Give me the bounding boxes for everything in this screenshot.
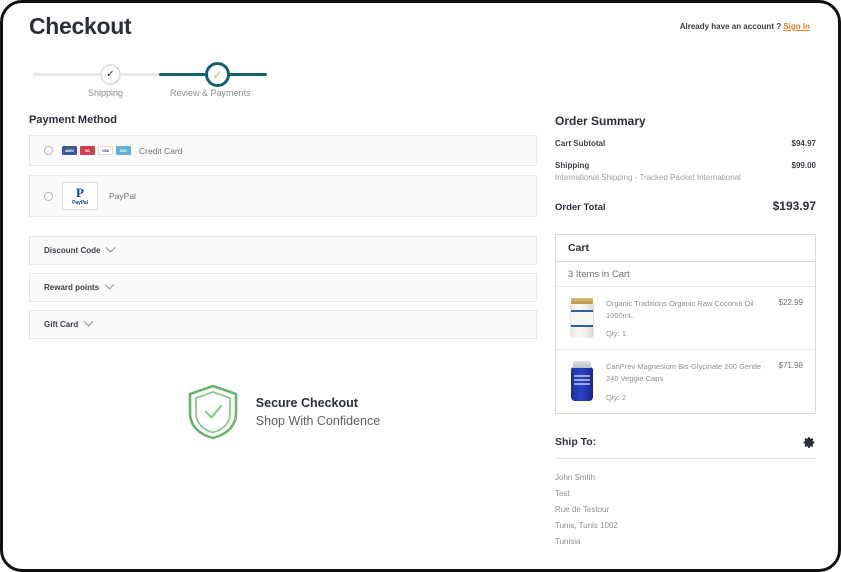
cart-item-count: 3 Items in Cart xyxy=(556,262,815,287)
cart-item-price: $71.98 xyxy=(778,361,803,371)
accordion-label: Discount Code xyxy=(44,246,101,255)
ship-to-title: Ship To: xyxy=(555,436,597,448)
ship-to-panel: Ship To: John Smith Test Rue de Testour … xyxy=(555,436,816,550)
address-line: John Smith xyxy=(555,472,596,482)
progress-label-review-payments: Review & Payments xyxy=(170,88,251,98)
check-icon: ✓ xyxy=(106,68,115,80)
accordion-gift-card[interactable]: Gift Card xyxy=(29,310,537,339)
summary-column: Order Summary Cart Subtotal $94.97 Shipp… xyxy=(555,114,816,550)
payment-column: Payment Method AMEX MC VISA DISC Credit … xyxy=(29,114,537,550)
product-thumbnail xyxy=(568,361,596,402)
cart-item-name: Organic Traditions Organic Raw Coconut O… xyxy=(606,299,754,320)
account-prompt-text: Already have an account ? xyxy=(679,22,782,31)
cart-item: CanPrev Magnesium Bis-Glycinate 200 Gent… xyxy=(556,350,815,412)
cart-item: Organic Traditions Organic Raw Coconut O… xyxy=(556,287,815,351)
progress-step-shipping[interactable]: ✓ xyxy=(100,64,121,85)
order-summary-shipping-row: Shipping $99.00 xyxy=(555,161,816,170)
cart-item-qty: Qty: 2 xyxy=(606,392,627,402)
chevron-down-icon xyxy=(104,279,115,290)
cart-item-info: CanPrev Magnesium Bis-Glycinate 200 Gent… xyxy=(606,361,765,401)
order-total-label: Order Total xyxy=(555,202,606,213)
paypal-logo-icon: P PayPal xyxy=(62,182,98,210)
order-total-value: $193.97 xyxy=(772,199,816,213)
address-line: Test xyxy=(555,488,570,498)
order-summary-subtotal-row: Cart Subtotal $94.97 xyxy=(555,139,816,148)
progress-step-review-payments[interactable]: ✓ xyxy=(205,62,230,87)
cart-item-name: CanPrev Magnesium Bis-Glycinate 200 Gent… xyxy=(606,362,762,383)
secure-checkout-title: Secure Checkout xyxy=(255,395,358,410)
paypal-radio[interactable] xyxy=(44,191,53,201)
address-line: Tunisia xyxy=(555,536,581,546)
cart-title[interactable]: Cart xyxy=(556,235,815,262)
accordion-label: Reward points xyxy=(44,283,100,292)
supplement-bottle-icon xyxy=(571,361,593,402)
accordion-discount-code[interactable]: Discount Code xyxy=(29,236,537,265)
coconut-oil-jar-icon xyxy=(570,298,594,338)
checkout-progress-bar: ✓ ✓ Shipping Review & Payments xyxy=(29,56,812,102)
shipping-method-text: International Shipping - Tracked Packet … xyxy=(555,173,741,182)
page-header: Checkout Already have an account ? Sign … xyxy=(29,3,812,40)
cart-item-qty: Qty: 1 xyxy=(606,329,627,339)
shield-check-icon xyxy=(188,384,238,440)
chevron-down-icon xyxy=(106,242,116,253)
ship-to-header: Ship To: xyxy=(555,436,816,459)
accordion-label: Gift Card xyxy=(44,320,79,329)
card-logos: AMEX MC VISA DISC xyxy=(62,146,131,155)
progress-label-shipping: Shipping xyxy=(88,88,124,98)
order-summary-title: Order Summary xyxy=(555,114,646,128)
paypal-wordmark: PayPal xyxy=(72,200,88,206)
mastercard-card-icon: MC xyxy=(80,146,95,155)
chevron-down-icon xyxy=(83,316,94,327)
account-prompt: Already have an account ? Sign In xyxy=(680,22,810,31)
shipping-value: $99.00 xyxy=(791,161,816,170)
secure-checkout-subtitle: Shop With Confidence xyxy=(255,414,381,428)
checkout-columns: Payment Method AMEX MC VISA DISC Credit … xyxy=(29,114,816,550)
subtotal-value: $94.97 xyxy=(791,139,816,148)
discover-card-icon: DISC xyxy=(116,146,131,155)
browser-window-frame: Checkout Already have an account ? Sign … xyxy=(0,0,841,572)
paypal-mark: P xyxy=(76,185,84,200)
cart-panel: Cart 3 Items in Cart Organic Traditions … xyxy=(555,234,816,414)
address-line: Rue de Testour xyxy=(555,504,610,514)
cart-item-info: Organic Traditions Organic Raw Coconut O… xyxy=(606,298,765,338)
accordion-reward-points[interactable]: Reward points xyxy=(29,273,537,302)
visa-card-icon: VISA xyxy=(98,146,113,155)
order-summary-total-row: Order Total $193.97 xyxy=(555,199,816,213)
secure-checkout-badge: Secure Checkout Shop With Confidence xyxy=(29,383,537,441)
product-thumbnail xyxy=(568,298,596,338)
amex-card-icon: AMEX xyxy=(62,146,77,155)
payment-method-heading: Payment Method xyxy=(29,114,118,126)
paypal-label: PayPal xyxy=(109,191,136,201)
payment-option-credit-card[interactable]: AMEX MC VISA DISC Credit Card xyxy=(29,135,537,166)
credit-card-radio[interactable] xyxy=(44,146,53,155)
address-line: Tunis, Tunis 1002 xyxy=(555,520,618,530)
payment-option-paypal[interactable]: P PayPal PayPal xyxy=(29,175,537,217)
credit-card-label: Credit Card xyxy=(139,145,183,156)
shipping-label: Shipping xyxy=(555,161,590,170)
check-icon: ✓ xyxy=(212,67,223,82)
subtotal-label: Cart Subtotal xyxy=(555,139,606,148)
cart-item-price: $22.99 xyxy=(778,298,803,307)
secure-checkout-text: Secure Checkout Shop With Confidence xyxy=(256,394,380,430)
ship-to-address: John Smith Test Rue de Testour Tunis, Tu… xyxy=(555,470,816,550)
gear-icon[interactable] xyxy=(803,436,816,449)
sign-in-link[interactable]: Sign In xyxy=(783,22,810,31)
checkout-page: Checkout Already have an account ? Sign … xyxy=(3,3,838,569)
